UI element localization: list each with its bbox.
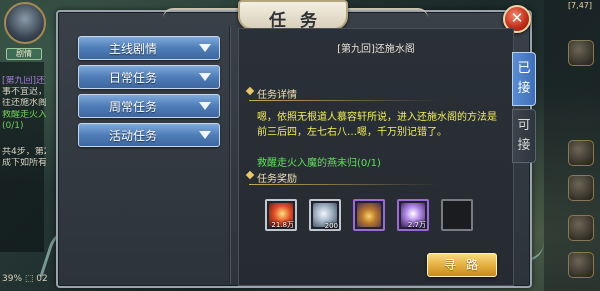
player-avatar[interactable] (4, 2, 46, 44)
quest-dialog: 任务 ✕ 主线剧情 日常任务 周常任务 活动任务 [第九回]还施水阁 任务详情 … (56, 0, 536, 288)
tracker-line: 成下如所有环节 (2, 158, 46, 168)
chest-reward-slot[interactable] (353, 199, 385, 231)
category-daily[interactable]: 日常任务 (78, 65, 220, 89)
quest-title: [第九回]还施水阁 (337, 44, 415, 55)
pathfind-button[interactable]: 寻路 (427, 253, 497, 277)
panel-divider (229, 26, 231, 284)
chevron-down-icon (199, 131, 211, 139)
settings-icon[interactable] (568, 252, 594, 278)
reward-qty: 2.7万 (407, 221, 426, 229)
exp-reward-slot[interactable]: 21.8万 (265, 199, 297, 231)
map-coordinates: [7,47] (567, 1, 592, 10)
reward-qty: 21.8万 (271, 221, 294, 229)
quest-objective: 救醒走火入魔的燕未归(0/1) (257, 158, 381, 169)
category-label: 日常任务 (109, 71, 158, 85)
tracker-line: 往还施水阁查探 (2, 98, 46, 108)
details-divider (249, 100, 439, 101)
category-event[interactable]: 活动任务 (78, 123, 220, 147)
category-main-story[interactable]: 主线剧情 (78, 36, 220, 60)
bag-icon[interactable] (568, 140, 594, 166)
chevron-down-icon (199, 73, 211, 81)
title-ornament-right (348, 8, 428, 26)
map-icon[interactable] (568, 40, 594, 66)
tab-accepted-label: 已接 (517, 61, 531, 96)
title-ornament-left (163, 8, 243, 26)
category-list: 主线剧情 日常任务 周常任务 活动任务 (78, 36, 220, 152)
treasure-chest-icon (357, 203, 381, 227)
team-icon[interactable] (568, 215, 594, 241)
tab-available[interactable]: 可接 (512, 109, 536, 163)
chevron-down-icon (199, 44, 211, 52)
details-heading: 任务详情 (257, 86, 297, 101)
rewards-heading: 任务奖励 (257, 170, 297, 185)
gem-reward-slot[interactable]: 2.7万 (397, 199, 429, 231)
chevron-down-icon (199, 102, 211, 110)
empty-reward-slot (441, 199, 473, 231)
tracker-line: 共4步，第2步 (2, 147, 46, 157)
tracker-line: (0/1) (2, 121, 24, 131)
skill-icon[interactable] (568, 175, 594, 201)
quest-description: 嗯，依照无根道人慕容轩所说，进入还施水阁的方法是前三后四，左七右八…嗯，千万别记… (257, 112, 497, 138)
silver-reward-slot[interactable]: 200 (309, 199, 341, 231)
rewards-divider (249, 184, 439, 185)
category-label: 周常任务 (109, 100, 158, 114)
tracker-line: 救醒走火入魔的 (2, 110, 46, 120)
tab-available-label: 可接 (517, 118, 531, 153)
tab-accepted[interactable]: 已接 (512, 52, 536, 106)
reward-qty: 200 (324, 222, 338, 230)
title-plate: 任务 (238, 0, 348, 31)
category-weekly[interactable]: 周常任务 (78, 94, 220, 118)
category-label: 活动任务 (109, 129, 158, 143)
tracker-line: 事不宜迟，即刻 (2, 87, 46, 97)
quest-tracker-tab[interactable]: 剧情 (6, 48, 42, 60)
category-label: 主线剧情 (109, 42, 158, 56)
quest-detail-panel: [第九回]还施水阁 任务详情 嗯，依照无根道人慕容轩所说，进入还施水阁的方法是前… (238, 28, 514, 286)
tracker-line: [第九回]还施水 (2, 76, 46, 86)
